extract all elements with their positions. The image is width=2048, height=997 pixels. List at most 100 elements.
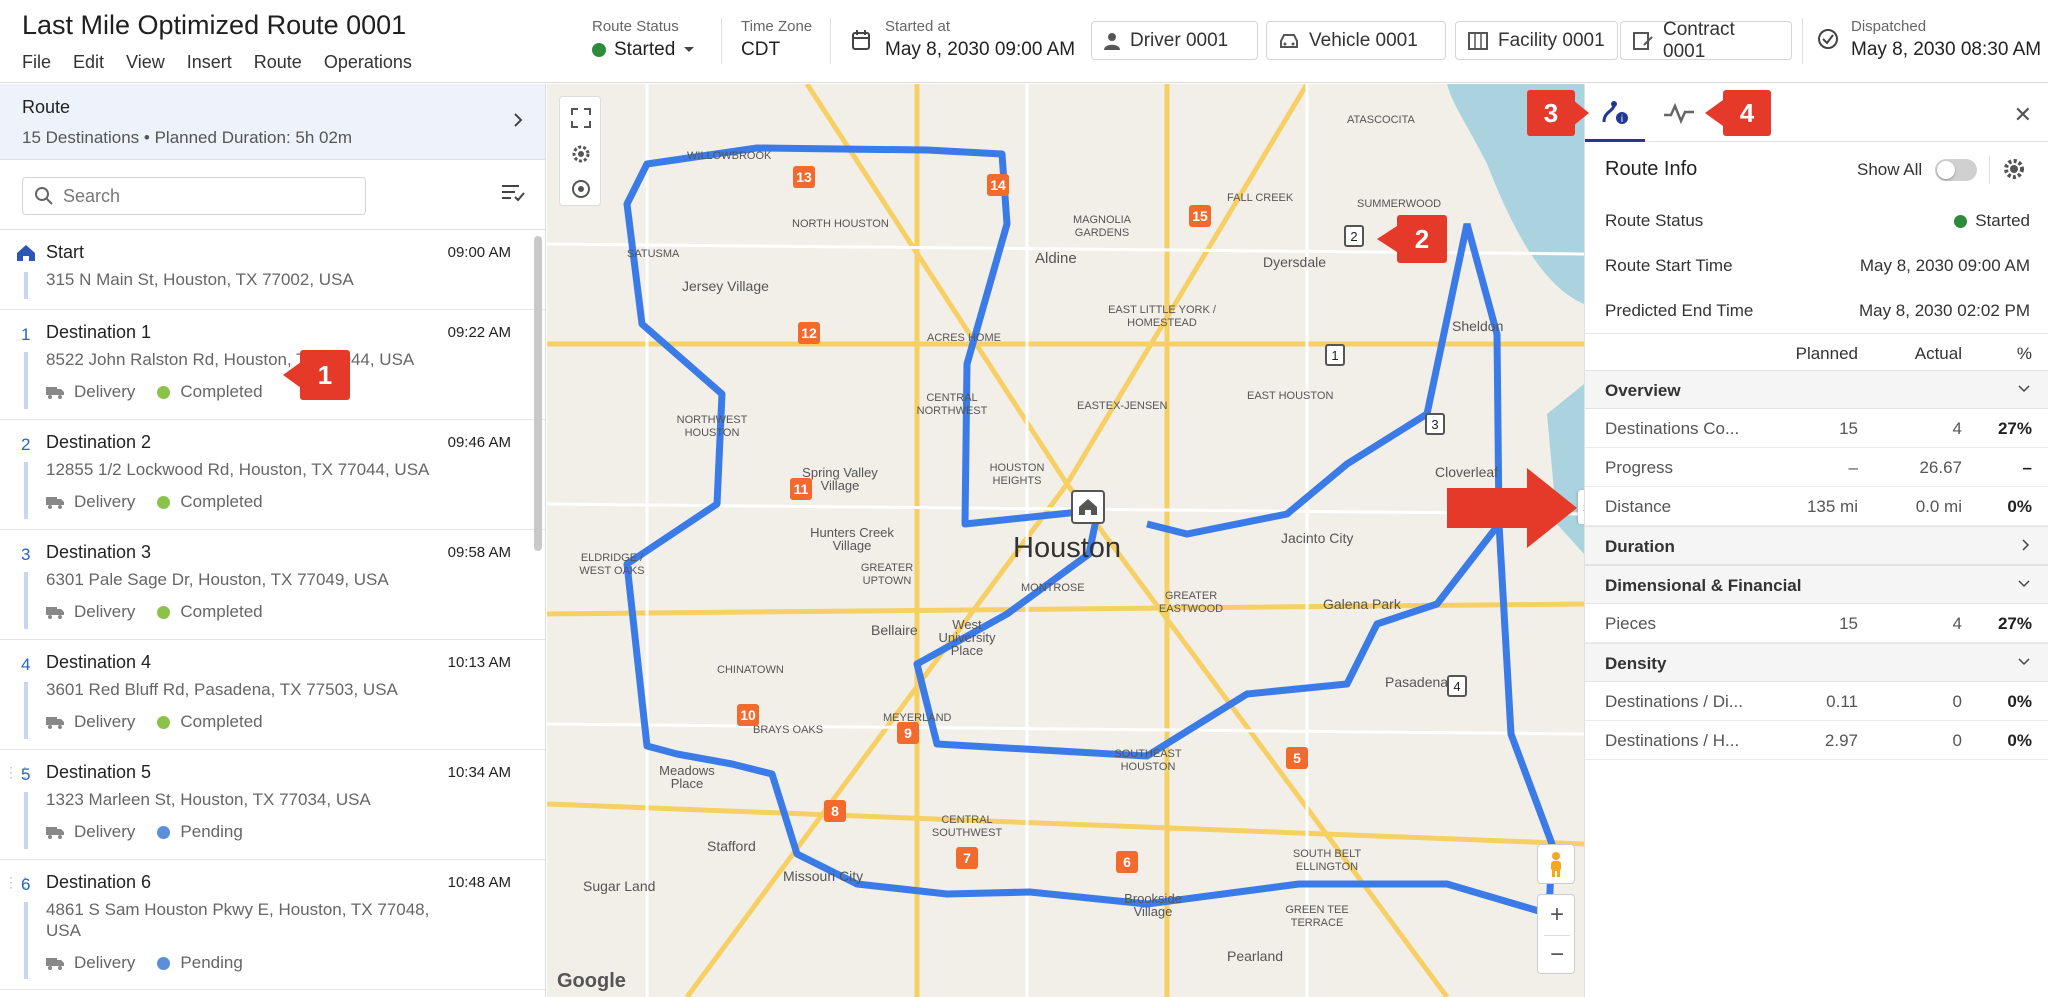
menu-operations[interactable]: Operations xyxy=(324,52,412,73)
map-marker-2[interactable]: 2 xyxy=(1344,225,1364,247)
dispatched-value: May 8, 2030 08:30 AM xyxy=(1851,39,2042,60)
stop-connector xyxy=(24,682,28,739)
menu-route[interactable]: Route xyxy=(254,52,302,73)
tab-activity[interactable] xyxy=(1649,84,1709,142)
planned-value: 15 xyxy=(1839,419,1858,438)
planned-value: 0.11 xyxy=(1826,692,1858,711)
actual-value: 0.0 mi xyxy=(1915,497,1962,516)
street-view-icon[interactable] xyxy=(1537,844,1575,884)
map-marker-3[interactable]: 3 xyxy=(1425,413,1445,435)
list-item[interactable]: 4 Destination 4 3601 Red Bluff Rd, Pasad… xyxy=(0,640,545,750)
close-icon[interactable]: ✕ xyxy=(2014,102,2032,128)
scrollbar[interactable] xyxy=(534,236,542,551)
gear-icon[interactable] xyxy=(2003,158,2025,180)
list-item[interactable]: 1 Destination 1 8522 John Ralston Rd, Ho… xyxy=(0,310,545,420)
divider xyxy=(721,18,722,64)
menu-view[interactable]: View xyxy=(126,52,165,73)
depot-marker[interactable] xyxy=(1071,490,1105,524)
section-duration[interactable]: Duration xyxy=(1585,526,2048,565)
map-marker-7[interactable]: 7 xyxy=(956,847,978,869)
pct-value: 27% xyxy=(1997,614,2032,633)
section-dimensional-financial[interactable]: Dimensional & Financial xyxy=(1585,565,2048,604)
section-overview[interactable]: Overview xyxy=(1585,370,2048,409)
map-label: CHINATOWN xyxy=(717,664,784,676)
geofence-icon[interactable] xyxy=(571,179,591,199)
map-marker-11[interactable]: 11 xyxy=(790,478,812,500)
map-marker-10[interactable]: 10 xyxy=(737,704,759,726)
search-row: Search xyxy=(0,160,545,230)
search-icon xyxy=(35,187,53,205)
map-label: NORTH HOUSTON xyxy=(792,218,889,230)
vehicle-chip[interactable]: Vehicle 0001 xyxy=(1266,21,1446,60)
map-marker-15[interactable]: 15 xyxy=(1189,205,1211,227)
route-info-icon: i xyxy=(1602,100,1628,125)
route-status-field[interactable]: Route Status Started xyxy=(592,18,695,61)
driver-label: Driver 0001 xyxy=(1130,29,1229,51)
stops-panel: Route 15 Destinations • Planned Duration… xyxy=(0,84,546,997)
menu-insert[interactable]: Insert xyxy=(187,52,232,73)
map-marker-12[interactable]: 12 xyxy=(798,322,820,344)
dispatched-label: Dispatched xyxy=(1851,18,1927,35)
map-marker-6[interactable]: 6 xyxy=(1116,851,1138,873)
chevron-down-icon xyxy=(2018,385,2030,393)
route-title: Last Mile Optimized Route 0001 xyxy=(22,10,407,40)
fullscreen-icon[interactable] xyxy=(571,108,591,128)
map-marker-1[interactable]: 1 xyxy=(1325,344,1345,366)
facility-chip[interactable]: Facility 0001 xyxy=(1455,21,1618,60)
stop-time: 10:13 AM xyxy=(447,654,511,671)
route-start-label: Route Start Time xyxy=(1605,256,1733,275)
route-summary[interactable]: Route 15 Destinations • Planned Duration… xyxy=(0,84,545,160)
sort-filter-icon[interactable] xyxy=(501,184,525,202)
zoom-in-button[interactable]: + xyxy=(1538,895,1576,935)
menu-edit[interactable]: Edit xyxy=(73,52,104,73)
map-marker-5[interactable]: 5 xyxy=(1286,747,1308,769)
status-dot-icon xyxy=(157,956,171,970)
chevron-down-icon xyxy=(2018,580,2030,588)
menu-file[interactable]: File xyxy=(22,52,51,73)
callout-arrow-icon xyxy=(1573,100,1589,126)
list-item[interactable]: 2 Destination 2 12855 1/2 Lockwood Rd, H… xyxy=(0,420,545,530)
stop-type: Delivery xyxy=(74,712,136,731)
route-status-label: Route Status xyxy=(592,18,679,35)
map-marker-8[interactable]: 8 xyxy=(824,800,846,822)
callout-2: 2 xyxy=(1397,215,1447,263)
status-dot-icon xyxy=(157,715,171,729)
map-label: EAST LITTLE YORK / HOMESTEAD xyxy=(1108,304,1216,329)
building-icon xyxy=(1468,31,1488,50)
actual-value: 4 xyxy=(1952,419,1962,438)
calendar-icon xyxy=(852,30,870,50)
map-label: Pasadena xyxy=(1385,674,1449,690)
delivery-truck-icon xyxy=(46,958,64,970)
actual-value: 0 xyxy=(1952,731,1962,750)
map-marker-13[interactable]: 13 xyxy=(793,166,815,188)
show-all-toggle[interactable] xyxy=(1935,159,1977,181)
search-input[interactable]: Search xyxy=(22,177,366,215)
stop-type: Delivery xyxy=(74,602,136,621)
map-label: SOUTHEAST HOUSTON xyxy=(1114,748,1182,773)
map-marker-9[interactable]: 9 xyxy=(897,722,919,744)
section-density[interactable]: Density xyxy=(1585,643,2048,682)
list-item[interactable]: ⋮⋮ 5 Destination 5 1323 Marleen St, Hous… xyxy=(0,750,545,860)
contract-chip[interactable]: Contract 0001 xyxy=(1620,19,1792,62)
actual-value: 26.67 xyxy=(1919,458,1962,477)
tab-route-info[interactable]: i xyxy=(1585,84,1645,142)
map-label: Jersey Village xyxy=(682,278,769,294)
driver-chip[interactable]: Driver 0001 xyxy=(1091,21,1258,60)
list-item[interactable]: 3 Destination 3 6301 Pale Sage Dr, Houst… xyxy=(0,530,545,640)
list-item[interactable]: ⋮⋮ 6 Destination 6 4861 S Sam Houston Pk… xyxy=(0,860,545,990)
zoom-out-button[interactable]: − xyxy=(1538,935,1576,975)
gear-icon[interactable] xyxy=(571,144,591,164)
stop-connector xyxy=(24,272,28,299)
status-dot-icon xyxy=(592,43,606,57)
stop-connector xyxy=(24,352,28,409)
route-map[interactable]: WILLOWBROOK NORTH HOUSTON Aldine MAGNOLI… xyxy=(547,84,1584,997)
pointer-arrow-icon xyxy=(1447,468,1577,548)
map-marker-14[interactable]: 14 xyxy=(987,174,1009,196)
map-marker-4[interactable]: 4 xyxy=(1447,675,1467,697)
metrics-table-header: Planned Actual % xyxy=(1585,333,2048,370)
list-item-start[interactable]: Start 315 N Main St, Houston, TX 77002, … xyxy=(0,230,545,310)
route-summary-title: Route xyxy=(22,97,71,117)
row-label: Progress xyxy=(1605,458,1674,477)
map-label: Meadows Place xyxy=(659,763,715,791)
actual-value: 0 xyxy=(1952,692,1962,711)
